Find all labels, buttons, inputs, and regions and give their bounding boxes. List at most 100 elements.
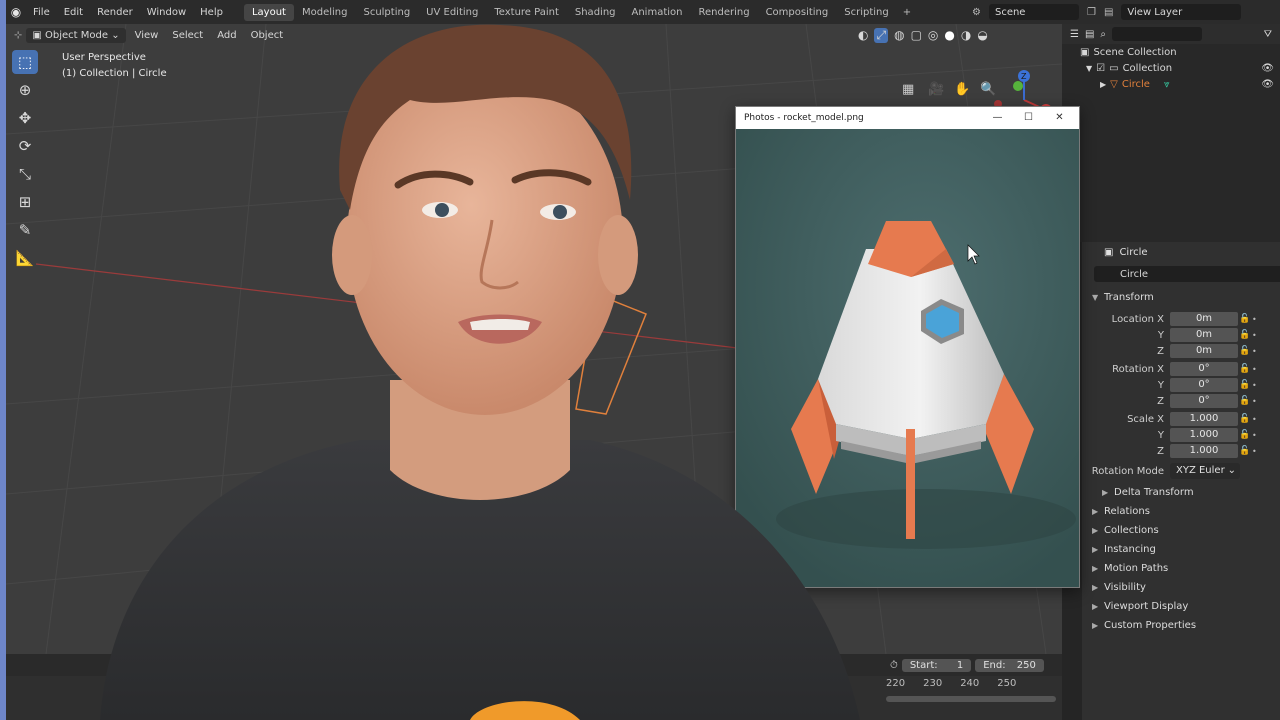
scale-z-label: Z <box>1157 445 1164 457</box>
keyframe-dot-icon[interactable]: • <box>1252 447 1258 456</box>
solid-shading-icon[interactable]: ● <box>944 28 954 42</box>
lock-icon[interactable]: 🔓 <box>1238 314 1252 324</box>
lock-icon[interactable]: 🔓 <box>1238 430 1252 440</box>
relations-panel[interactable]: ▶ Relations <box>1082 502 1280 521</box>
stopwatch-icon[interactable]: ⏱ <box>890 660 898 671</box>
object-icon: ▽ <box>1110 78 1118 90</box>
rotation-y-field[interactable]: 0° <box>1170 378 1238 392</box>
ruler-tick: 250 <box>997 678 1017 689</box>
grid-view-icon: ▦ <box>902 82 914 97</box>
location-z-field[interactable]: 0m <box>1170 344 1238 358</box>
rotation-mode-label: Rotation Mode <box>1091 465 1164 477</box>
expand-arrow-icon[interactable]: ▼ <box>1086 64 1092 73</box>
timeline-ruler[interactable]: 220 230 240 250 <box>886 678 1016 689</box>
outliner-row-circle[interactable]: ▶ ▽ Circle ⩔ 👁 <box>1062 76 1280 92</box>
instancing-panel[interactable]: ▶ Instancing <box>1082 540 1280 559</box>
object-name-title: Circle <box>1119 246 1148 258</box>
delta-transform-panel[interactable]: ▶ Delta Transform <box>1082 483 1280 502</box>
eye-icon[interactable]: 👁 <box>1261 63 1274 74</box>
keyframe-dot-icon[interactable]: • <box>1252 365 1258 374</box>
motion-paths-panel[interactable]: ▶ Motion Paths <box>1082 559 1280 578</box>
rendered-shading-icon[interactable]: ◒ <box>977 28 987 42</box>
lock-icon[interactable]: 🔓 <box>1238 364 1252 374</box>
xray-icon[interactable]: ▢ <box>911 28 922 42</box>
checkbox-icon[interactable]: ☑ <box>1096 63 1105 74</box>
scale-y-field[interactable]: 1.000 <box>1170 428 1238 442</box>
filter-icon[interactable]: ⛛ <box>1264 29 1272 40</box>
location-group: Location X 0m 🔓 • Y 0m 🔓 • Z 0m 🔓 • <box>1082 311 1280 359</box>
collections-panel[interactable]: ▶ Collections <box>1082 521 1280 540</box>
visibility-panel[interactable]: ▶ Visibility <box>1082 578 1280 597</box>
end-label: End: <box>983 659 1006 671</box>
ruler-tick: 240 <box>960 678 980 689</box>
location-z-row: Z 0m 🔓 • <box>1082 343 1280 359</box>
delta-transform-title: Delta Transform <box>1114 487 1194 498</box>
properties-header: ▣ Circle <box>1082 242 1280 262</box>
lock-icon[interactable]: 🔓 <box>1238 346 1252 356</box>
wireframe-shading-icon[interactable]: ◎ <box>928 28 938 42</box>
location-x-field[interactable]: 0m <box>1170 312 1238 326</box>
lock-icon[interactable]: 🔓 <box>1238 414 1252 424</box>
camera-icon: 🎥 <box>928 81 944 97</box>
outliner-header: ☰ ▤ ⌕ ⛛ <box>1062 24 1280 44</box>
eye-icon[interactable]: 👁 <box>1261 79 1274 90</box>
expand-arrow-icon: ▶ <box>1092 507 1099 516</box>
material-shading-icon[interactable]: ◑ <box>961 28 971 42</box>
outliner-search-input[interactable] <box>1112 27 1203 41</box>
collection-icon: ▭ <box>1109 62 1119 74</box>
outliner-row-scene-collection[interactable]: ▣ Scene Collection <box>1062 44 1280 60</box>
custom-properties-panel[interactable]: ▶ Custom Properties <box>1082 616 1280 635</box>
overlay-icon[interactable]: ◍ <box>894 28 904 42</box>
rotation-mode-dropdown[interactable]: XYZ Euler ⌄ <box>1170 463 1240 479</box>
expand-arrow-icon[interactable]: ▶ <box>1100 80 1106 89</box>
lock-icon[interactable]: 🔓 <box>1238 330 1252 340</box>
rotation-group: Rotation X 0° 🔓 • Y 0° 🔓 • Z 0° 🔓 • <box>1082 361 1280 409</box>
keyframe-dot-icon[interactable]: • <box>1252 315 1258 324</box>
timeline-scrollbar[interactable] <box>886 696 1056 702</box>
keyframe-dot-icon[interactable]: • <box>1252 381 1258 390</box>
scale-group: Scale X 1.000 🔓 • Y 1.000 🔓 • Z 1.000 🔓 • <box>1082 411 1280 459</box>
scale-x-field[interactable]: 1.000 <box>1170 412 1238 426</box>
transform-panel-header[interactable]: ▼ Transform <box>1082 288 1280 307</box>
mesh-data-icon: ⩔ <box>1163 78 1170 90</box>
rotation-x-field[interactable]: 0° <box>1170 362 1238 376</box>
outliner-row-collection[interactable]: ▼ ☑ ▭ Collection 👁 <box>1062 60 1280 76</box>
minimize-button[interactable]: — <box>982 107 1013 129</box>
keyframe-dot-icon[interactable]: • <box>1252 415 1258 424</box>
object-name-value: Circle <box>1120 268 1149 280</box>
outliner[interactable]: ☰ ▤ ⌕ ⛛ ▣ Scene Collection ▼ ☑ ▭ Collect… <box>1062 24 1280 242</box>
keyframe-dot-icon[interactable]: • <box>1252 347 1258 356</box>
blender-logo-icon[interactable]: ◉ <box>6 5 26 19</box>
lock-icon[interactable]: 🔓 <box>1238 380 1252 390</box>
rotation-y-row: Y 0° 🔓 • <box>1082 377 1280 393</box>
location-x-row: Location X 0m 🔓 • <box>1082 311 1280 327</box>
end-frame-field[interactable]: End: 250 <box>975 658 1044 672</box>
editor-type-icon[interactable]: ⊹ <box>14 30 22 41</box>
view-layer-field[interactable]: View Layer <box>1121 4 1242 20</box>
add-workspace-button[interactable]: + <box>897 7 917 18</box>
lock-icon[interactable]: 🔓 <box>1238 396 1252 406</box>
maximize-button[interactable]: ☐ <box>1013 107 1044 129</box>
display-mode-icon[interactable]: ▤ <box>1085 29 1094 40</box>
expand-arrow-icon: ▶ <box>1092 583 1099 592</box>
scale-z-field[interactable]: 1.000 <box>1170 444 1238 458</box>
properties-editor[interactable]: ▣ Circle Circle ▼ Transform Location X 0… <box>1082 242 1280 720</box>
rotation-z-label: Z <box>1157 395 1164 407</box>
location-x-label: Location X <box>1111 313 1164 325</box>
object-name-field[interactable]: Circle <box>1094 266 1280 282</box>
new-scene-icon[interactable]: ❐ <box>1087 7 1096 18</box>
keyframe-dot-icon[interactable]: • <box>1252 431 1258 440</box>
instancing-title: Instancing <box>1104 544 1156 555</box>
keyframe-dot-icon[interactable]: • <box>1252 397 1258 406</box>
svg-text:Z: Z <box>1021 72 1027 81</box>
close-button[interactable]: ✕ <box>1044 107 1075 129</box>
scene-field[interactable]: Scene <box>988 4 1079 20</box>
gizmo-y <box>1013 81 1023 91</box>
outliner-editor-icon[interactable]: ☰ <box>1070 29 1079 40</box>
start-frame-field[interactable]: Start: 1 <box>901 658 972 672</box>
keyframe-dot-icon[interactable]: • <box>1252 331 1258 340</box>
location-y-field[interactable]: 0m <box>1170 328 1238 342</box>
viewport-display-panel[interactable]: ▶ Viewport Display <box>1082 597 1280 616</box>
rotation-z-field[interactable]: 0° <box>1170 394 1238 408</box>
lock-icon[interactable]: 🔓 <box>1238 446 1252 456</box>
